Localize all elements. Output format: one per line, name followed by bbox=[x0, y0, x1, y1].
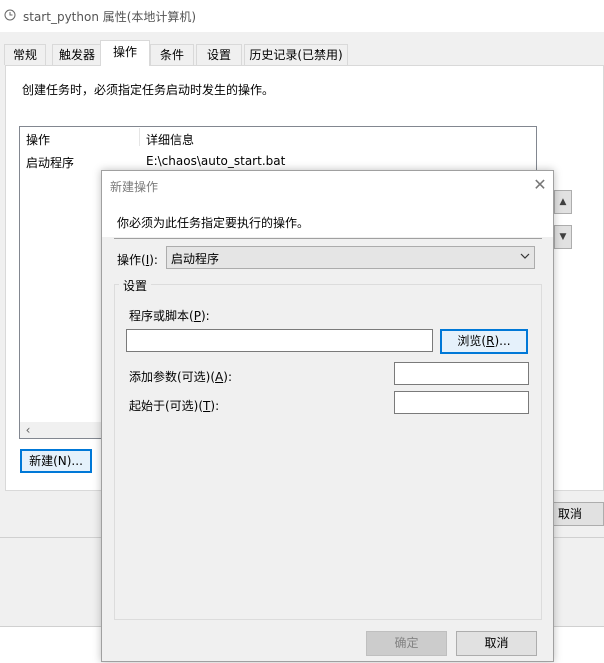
tab-triggers[interactable]: 触发器 bbox=[52, 44, 102, 65]
arguments-input[interactable] bbox=[394, 362, 529, 385]
dialog-titlebar bbox=[102, 171, 553, 201]
scroll-left-icon[interactable]: ‹ bbox=[20, 422, 36, 438]
window-titlebar: start_python 属性(本地计算机) bbox=[0, 0, 604, 32]
divider bbox=[114, 238, 542, 239]
actions-description: 创建任务时，必须指定任务启动时发生的操作。 bbox=[22, 83, 275, 97]
new-action-button[interactable]: 新建(N)... bbox=[20, 449, 92, 473]
tab-general[interactable]: 常规 bbox=[4, 44, 46, 65]
tab-strip: 常规 触发器 操作 条件 设置 历史记录(已禁用) bbox=[0, 40, 604, 66]
arguments-label: 添加参数(可选)(A): bbox=[129, 370, 232, 384]
tab-settings[interactable]: 设置 bbox=[196, 44, 242, 65]
clock-icon bbox=[4, 9, 16, 21]
start-in-input[interactable] bbox=[394, 391, 529, 414]
ok-button[interactable]: 确定 bbox=[366, 631, 447, 656]
close-icon[interactable]: ✕ bbox=[531, 176, 549, 194]
action-label: 操作(I): bbox=[117, 253, 158, 267]
list-item-action[interactable]: 启动程序 bbox=[26, 154, 74, 171]
window-cancel-button[interactable]: 取消 bbox=[548, 502, 604, 526]
settings-group-label: 设置 bbox=[119, 277, 152, 294]
tab-conditions[interactable]: 条件 bbox=[150, 44, 194, 65]
window-title: start_python 属性(本地计算机) bbox=[23, 10, 197, 24]
browse-button[interactable]: 浏览(R)... bbox=[440, 329, 528, 354]
column-header-action[interactable]: 操作 bbox=[26, 131, 50, 148]
tab-actions[interactable]: 操作 bbox=[100, 40, 150, 66]
column-divider[interactable] bbox=[139, 128, 140, 146]
chevron-down-icon[interactable] bbox=[520, 250, 530, 262]
dialog-title: 新建操作 bbox=[110, 180, 159, 194]
column-header-details[interactable]: 详细信息 bbox=[146, 131, 194, 148]
program-label: 程序或脚本(P): bbox=[129, 309, 210, 323]
action-select-value[interactable]: 启动程序 bbox=[171, 250, 219, 267]
program-input[interactable] bbox=[126, 329, 433, 352]
action-select[interactable] bbox=[166, 246, 535, 269]
list-item-details[interactable]: E:\chaos\auto_start.bat bbox=[146, 154, 285, 168]
move-down-button[interactable]: ▼ bbox=[554, 225, 572, 249]
move-up-button[interactable]: ▲ bbox=[554, 190, 572, 214]
dialog-description: 你必须为此任务指定要执行的操作。 bbox=[117, 216, 310, 230]
start-in-label: 起始于(可选)(T): bbox=[129, 399, 220, 413]
cancel-button[interactable]: 取消 bbox=[456, 631, 537, 656]
tab-history[interactable]: 历史记录(已禁用) bbox=[244, 44, 348, 65]
